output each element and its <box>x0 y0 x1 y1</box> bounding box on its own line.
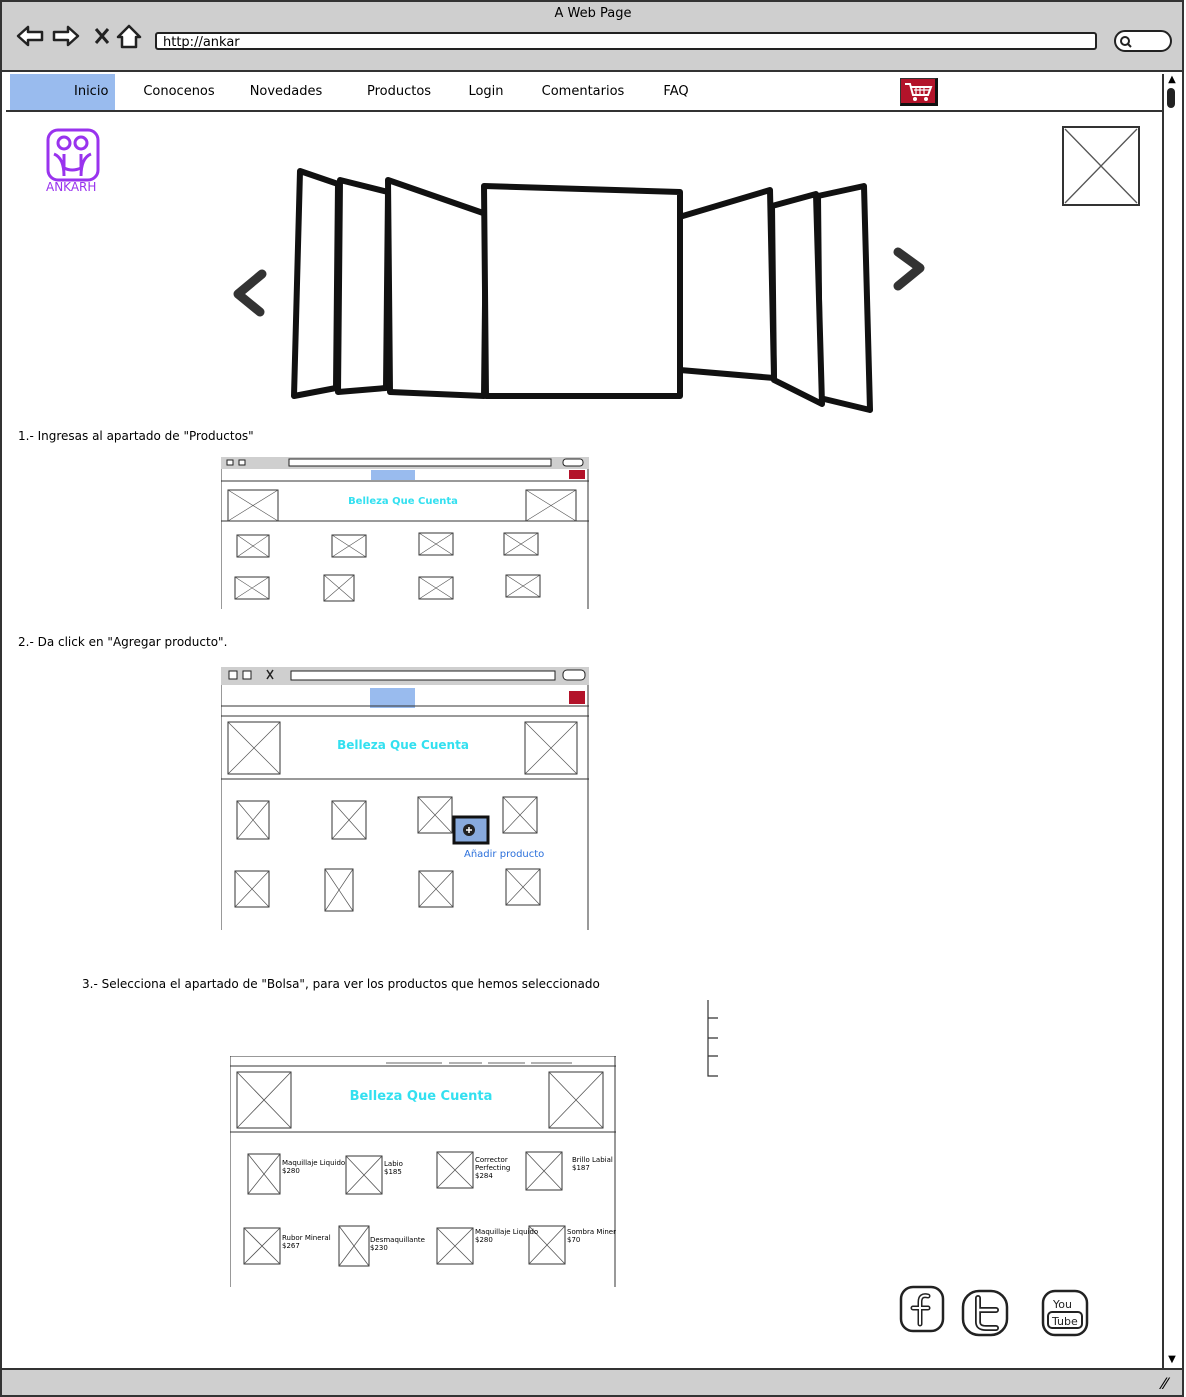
status-bar <box>0 1368 1184 1397</box>
screenshot-wireframe-lines <box>221 667 589 930</box>
screenshot-step-1: Belleza Que Cuenta <box>221 457 589 609</box>
forward-icon[interactable] <box>52 25 80 47</box>
carousel-slide-center <box>481 183 683 399</box>
home-icon[interactable] <box>116 24 142 49</box>
vertical-scrollbar[interactable] <box>1162 74 1182 1368</box>
facebook-icon[interactable] <box>898 1284 946 1334</box>
svg-text:Tube: Tube <box>1051 1315 1078 1328</box>
screenshot-wireframe-lines <box>221 457 589 609</box>
mini-product-name: Labio <box>384 1160 403 1168</box>
add-product-link[interactable]: Añadir producto <box>464 849 544 860</box>
brand-logo[interactable]: ANKARH <box>44 128 104 198</box>
mini-product-price: $267 <box>282 1242 300 1250</box>
mini-product-name: Corrector Perfecting <box>475 1156 511 1172</box>
carousel-prev-arrow-icon[interactable] <box>233 269 267 317</box>
menu-item-productos[interactable]: Productos <box>358 74 440 110</box>
menu-item-conocenos[interactable]: Conocenos <box>134 74 224 110</box>
step-3-text: 3.- Selecciona el apartado de "Bolsa", p… <box>82 977 600 991</box>
browser-nav-icons <box>16 24 142 49</box>
mini-product-name: Brillo Labial <box>572 1156 613 1164</box>
resize-grip-icon[interactable]: ⁄⁄ <box>1162 1374 1167 1393</box>
menu-item-inicio[interactable]: Inicio <box>10 74 115 110</box>
mini-product-price: $230 <box>370 1244 388 1252</box>
menu-item-novedades[interactable]: Novedades <box>240 74 332 110</box>
stop-icon[interactable] <box>94 28 110 44</box>
main-menu: Inicio Conocenos Novedades Productos Log… <box>6 74 1162 112</box>
image-carousel <box>233 168 925 413</box>
partial-widget-fragment <box>707 1000 718 1077</box>
scroll-down-arrow-icon[interactable]: ▼ <box>1164 1354 1180 1366</box>
image-placeholder <box>1062 126 1140 206</box>
scroll-up-arrow-icon[interactable]: ▲ <box>1164 74 1180 86</box>
mini-product-price: $280 <box>475 1236 493 1244</box>
mini-page-title: Belleza Que Cuenta <box>348 496 458 507</box>
menu-item-label: Inicio <box>74 84 109 99</box>
browser-search-box[interactable] <box>1114 30 1172 52</box>
logo-figures-icon <box>46 128 100 182</box>
step-1-text: 1.- Ingresas al apartado de "Productos" <box>18 429 254 443</box>
youtube-icon[interactable]: You Tube <box>1040 1288 1090 1338</box>
logo-text: ANKARH <box>46 180 97 194</box>
menu-item-login[interactable]: Login <box>458 74 514 110</box>
shopping-cart-icon <box>905 83 933 101</box>
window-title: A Web Page <box>554 6 632 21</box>
carousel-slide <box>769 191 825 407</box>
mini-product-name: Desmaquillante <box>370 1236 425 1244</box>
mini-page-title: Belleza Que Cuenta <box>337 738 469 752</box>
carousel-slide <box>815 183 873 413</box>
mini-product-price: $70 <box>567 1236 581 1244</box>
address-bar[interactable]: http://ankar <box>155 32 1097 50</box>
menu-item-faq[interactable]: FAQ <box>652 74 700 110</box>
mini-product-price: $185 <box>384 1168 402 1176</box>
mini-product-name: Maquillaje Liquido <box>282 1159 346 1167</box>
screenshot-step-3: Belleza Que Cuenta Maquillaje Liquido $2… <box>230 1056 616 1287</box>
mini-product-name: Sombra Mineral <box>567 1228 616 1236</box>
mini-product-price: $280 <box>282 1167 300 1175</box>
mini-page-title: Belleza Que Cuenta <box>349 1089 493 1104</box>
screenshot-step-2: Belleza Que Cuenta Añadir producto <box>221 667 589 930</box>
cart-button[interactable] <box>900 78 938 106</box>
mini-product-name: Maquillaje Liquido <box>475 1228 539 1236</box>
carousel-next-arrow-icon[interactable] <box>893 247 925 291</box>
carousel-slide <box>291 168 341 399</box>
carousel-slide <box>335 177 391 395</box>
step-2-text: 2.- Da click en "Agregar producto". <box>18 635 228 649</box>
back-icon[interactable] <box>16 25 44 47</box>
scroll-thumb[interactable] <box>1167 88 1175 108</box>
carousel-slide <box>385 177 489 399</box>
mini-product-price: $284 <box>475 1172 493 1180</box>
twitter-icon[interactable] <box>960 1288 1012 1338</box>
svg-text:You: You <box>1052 1298 1072 1311</box>
mini-product-price: $187 <box>572 1164 590 1172</box>
mini-product-name: Rubor Mineral <box>282 1234 331 1242</box>
menu-item-comentarios[interactable]: Comentarios <box>534 74 632 110</box>
search-icon <box>1120 36 1132 48</box>
carousel-slide <box>673 187 777 381</box>
